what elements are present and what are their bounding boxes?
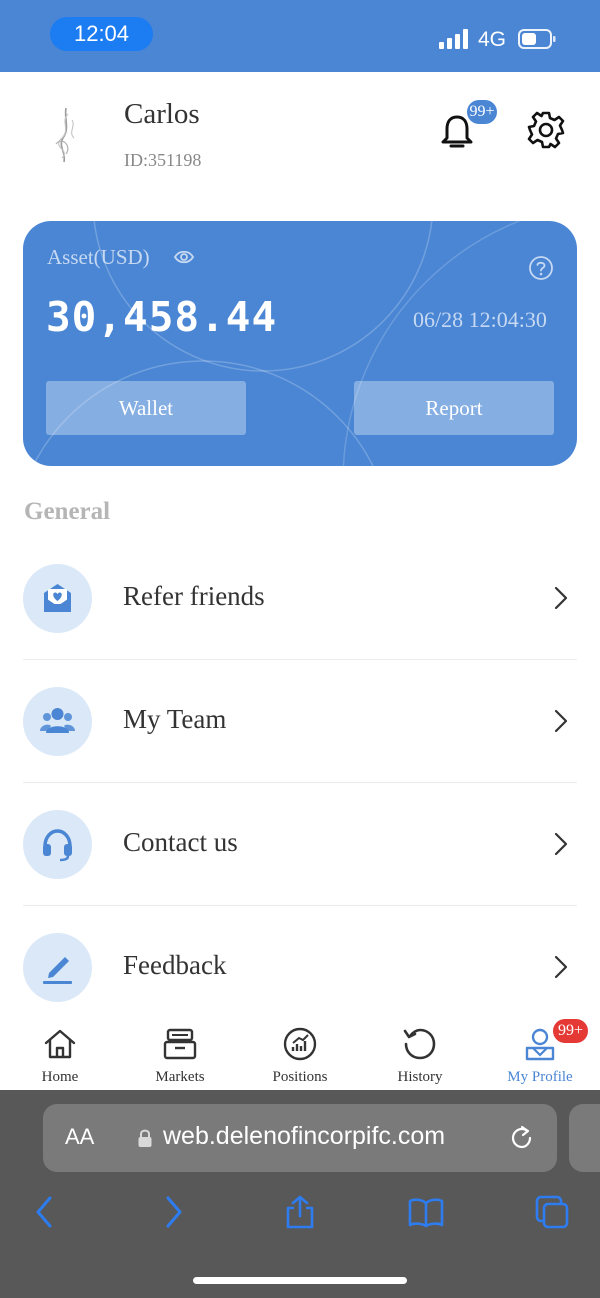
user-name: Carlos: [124, 98, 200, 130]
tab-markets[interactable]: Markets: [120, 1020, 240, 1090]
status-time: 12:04: [50, 17, 153, 51]
history-icon: [403, 1028, 436, 1060]
refer-icon: [44, 584, 71, 612]
browser-toolbar: AA web.delenofincorpifc.com: [0, 1090, 600, 1298]
asset-value: 30,458.44: [46, 293, 278, 341]
user-id: ID:351198: [124, 150, 202, 170]
aa-label: AA: [65, 1124, 95, 1149]
edit-icon: [43, 957, 72, 984]
asset-card: Asset(USD) 30,458.44 06/28 12:04:30 Wall…: [23, 221, 577, 466]
chevron-right-icon: [554, 832, 568, 856]
tab-label: Markets: [155, 1069, 205, 1085]
team-icon-bg: [23, 687, 92, 756]
headset-icon: [43, 829, 72, 862]
reload-icon[interactable]: [509, 1125, 535, 1151]
status-bar: 12:04 4G: [0, 0, 600, 72]
network-type: 4G: [478, 28, 507, 51]
help-icon[interactable]: [528, 255, 554, 281]
report-button[interactable]: Report: [354, 381, 554, 435]
back-icon[interactable]: [26, 1194, 62, 1230]
asset-label: Asset(USD): [47, 245, 150, 269]
chevron-right-icon: [554, 955, 568, 979]
wallet-button[interactable]: Wallet: [46, 381, 246, 435]
menu-item-label: Contact us: [123, 827, 238, 857]
home-icon: [44, 1029, 76, 1059]
edit-icon-bg: [23, 933, 92, 1002]
divider: [23, 905, 577, 906]
tab-label: History: [397, 1069, 443, 1085]
menu-item-contact-us[interactable]: Contact us: [23, 807, 577, 930]
markets-icon: [163, 1028, 197, 1060]
menu-item-label: My Team: [123, 704, 227, 734]
reader-aa-button[interactable]: AA: [65, 1124, 94, 1150]
positions-icon: [283, 1027, 317, 1061]
notification-badge: 99+: [467, 100, 497, 124]
headset-icon-bg: [23, 810, 92, 879]
eye-icon[interactable]: [173, 247, 195, 267]
tab-label: Positions: [272, 1069, 328, 1085]
asset-timestamp: 06/28 12:04:30: [413, 307, 547, 332]
tab-label: My Profile: [507, 1069, 573, 1085]
tab-history[interactable]: History: [360, 1020, 480, 1090]
signal-icon: [439, 29, 469, 49]
share-icon[interactable]: [282, 1194, 318, 1230]
team-icon: [40, 708, 75, 733]
refer-icon-bg: [23, 564, 92, 633]
tab-positions[interactable]: Positions: [240, 1020, 360, 1090]
battery-icon: [518, 29, 556, 49]
tab-home[interactable]: Home: [0, 1020, 120, 1090]
menu-item-label: Refer friends: [123, 581, 265, 611]
avatar[interactable]: [36, 100, 96, 170]
forward-icon[interactable]: [156, 1194, 192, 1230]
chevron-right-icon: [554, 586, 568, 610]
gear-icon[interactable]: [526, 110, 566, 150]
bottom-tab-bar: Home Markets Positions History My Profil…: [0, 1020, 600, 1090]
lock-icon: [138, 1129, 152, 1147]
address-bar[interactable]: AA web.delenofincorpifc.com: [43, 1104, 557, 1172]
menu-item-my-team[interactable]: My Team: [23, 684, 577, 807]
url-text: web.delenofincorpifc.com: [163, 1122, 446, 1150]
adjacent-tab-preview[interactable]: [569, 1104, 600, 1172]
tabs-icon[interactable]: [534, 1194, 570, 1230]
divider: [23, 782, 577, 783]
tab-label: Home: [41, 1069, 79, 1085]
divider: [23, 659, 577, 660]
menu-item-refer-friends[interactable]: Refer friends: [23, 561, 577, 684]
chevron-right-icon: [554, 709, 568, 733]
section-title-general: General: [24, 498, 111, 525]
profile-badge: 99+: [553, 1019, 588, 1043]
bookmarks-icon[interactable]: [408, 1194, 444, 1230]
menu-item-label: Feedback: [123, 950, 227, 980]
home-indicator: [193, 1277, 407, 1284]
